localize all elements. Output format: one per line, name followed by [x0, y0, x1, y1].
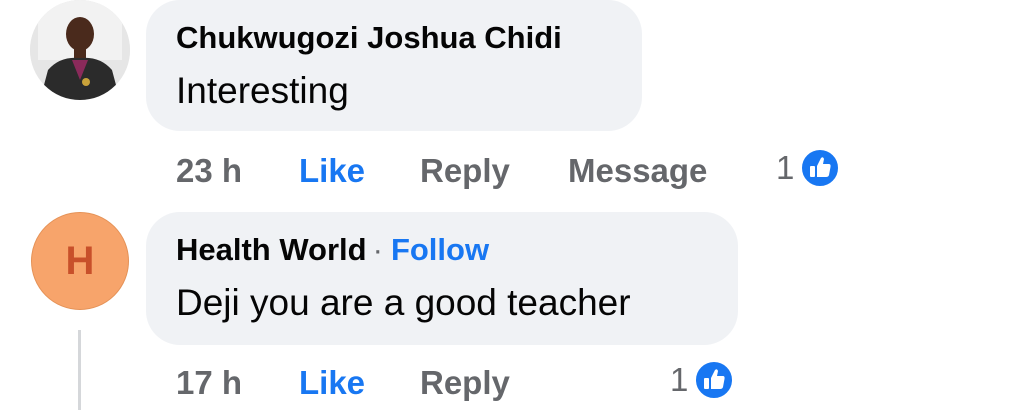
- reaction-summary[interactable]: 1: [670, 360, 735, 400]
- comment-timestamp[interactable]: 17 h: [176, 364, 242, 402]
- like-reaction-icon: [694, 360, 735, 400]
- comment-text: Interesting: [176, 70, 349, 111]
- comment-bubble: Chukwugozi Joshua Chidi Interesting: [146, 0, 642, 131]
- reaction-summary[interactable]: 1: [776, 148, 841, 188]
- follow-button[interactable]: Follow: [391, 232, 489, 267]
- comment-timestamp[interactable]: 23 h: [176, 152, 242, 190]
- message-button[interactable]: Message: [568, 152, 707, 190]
- like-button[interactable]: Like: [299, 364, 365, 402]
- comment-author[interactable]: Chukwugozi Joshua Chidi: [176, 20, 562, 56]
- page-avatar[interactable]: H: [31, 212, 129, 310]
- comment-author[interactable]: Health World: [176, 232, 367, 267]
- reply-button[interactable]: Reply: [420, 364, 510, 402]
- reply-button[interactable]: Reply: [420, 152, 510, 190]
- reaction-count: 1: [670, 361, 689, 398]
- commenter-avatar[interactable]: [30, 0, 130, 100]
- avatar-letter: H: [65, 238, 95, 283]
- reply-thread-line: [78, 330, 81, 410]
- comment-author-line: Health World · Follow: [176, 232, 489, 268]
- like-button[interactable]: Like: [299, 152, 365, 190]
- comment-text: Deji you are a good teacher: [176, 282, 631, 323]
- like-reaction-icon: [800, 148, 841, 188]
- reaction-count: 1: [776, 149, 795, 186]
- separator-dot: ·: [372, 232, 383, 267]
- profile-photo-icon: [30, 0, 130, 100]
- comment-bubble: Health World · Follow Deji you are a good …: [146, 212, 738, 345]
